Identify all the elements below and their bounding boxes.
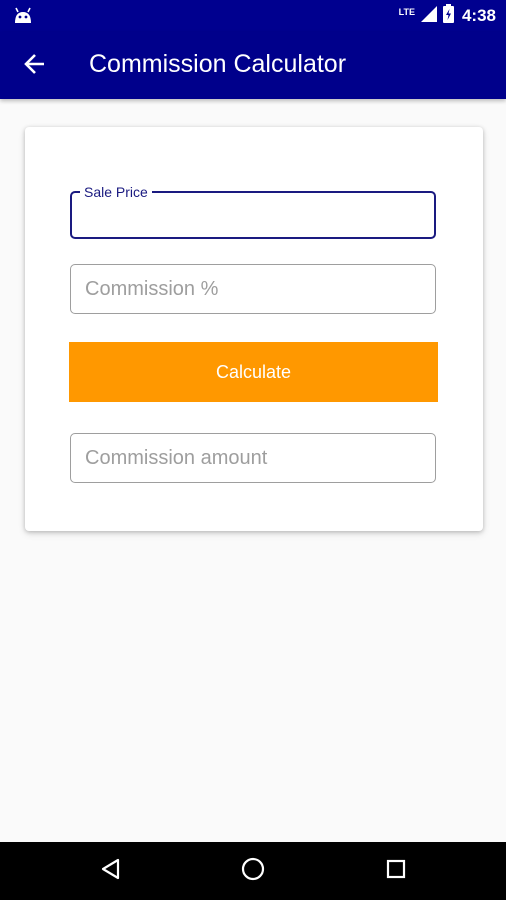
calculate-button[interactable]: Calculate: [69, 342, 438, 402]
nav-back-button[interactable]: [96, 856, 126, 886]
arrow-left-icon: [24, 53, 46, 80]
battery-icon: [442, 4, 454, 28]
back-button[interactable]: [20, 51, 50, 81]
network-type: LTE: [398, 7, 415, 17]
commission-amount-field[interactable]: [70, 433, 436, 483]
page-title: Commission Calculator: [89, 50, 347, 78]
navigation-bar: [0, 842, 506, 900]
back-triangle-icon: [100, 858, 122, 885]
home-circle-icon: [241, 857, 265, 886]
app-bar: Commission Calculator: [0, 32, 506, 99]
sale-price-label: Sale Price: [80, 184, 152, 200]
calculator-card: Sale Price Calculate: [25, 127, 483, 531]
commission-percent-input[interactable]: [71, 265, 435, 313]
lte-signal-icon: [420, 5, 437, 27]
nav-recents-button[interactable]: [381, 856, 411, 886]
sale-price-field[interactable]: Sale Price: [70, 184, 436, 239]
clock: 4:38: [461, 6, 496, 25]
commission-amount-input[interactable]: [71, 434, 435, 482]
android-icon: [13, 7, 33, 30]
commission-percent-field[interactable]: [70, 264, 436, 314]
status-bar: LTE 4:38: [0, 0, 506, 32]
nav-home-button[interactable]: [238, 856, 268, 886]
recents-square-icon: [386, 859, 406, 884]
